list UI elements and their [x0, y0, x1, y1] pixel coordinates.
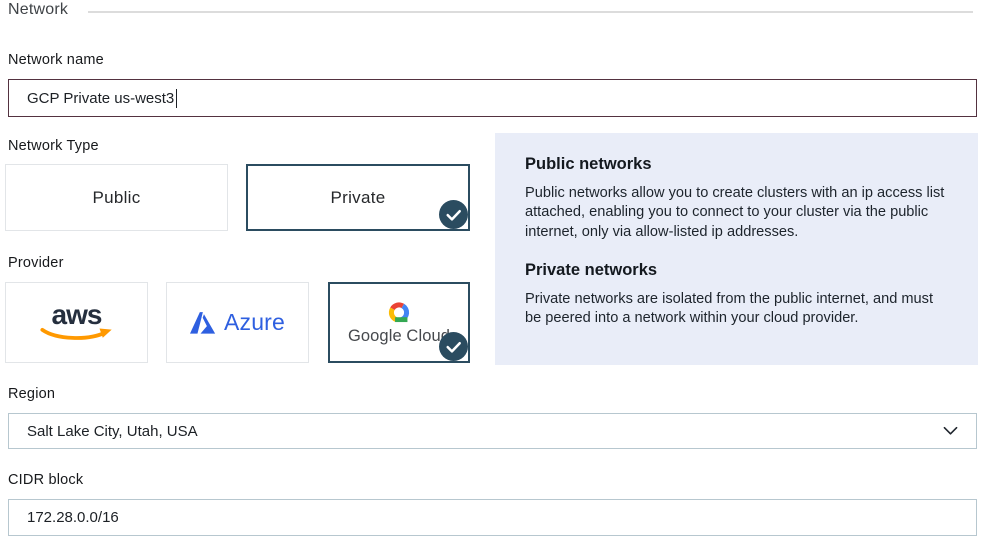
provider-option-aws[interactable]: aws: [5, 282, 148, 363]
public-networks-description: Public networks allow you to create clus…: [525, 184, 948, 242]
private-networks-heading: Private networks: [525, 261, 948, 280]
google-cloud-icon: [384, 299, 414, 326]
google-cloud-logo: Google Cloud: [348, 299, 450, 346]
cidr-block-input[interactable]: 172.28.0.0/16: [8, 499, 977, 536]
network-name-label: Network name: [8, 52, 104, 68]
azure-logo: Azure: [190, 309, 285, 336]
check-icon: [439, 200, 468, 229]
provider-option-google-cloud[interactable]: Google Cloud: [328, 282, 470, 363]
provider-option-azure[interactable]: Azure: [166, 282, 309, 363]
text-cursor: [176, 89, 177, 108]
chevron-down-icon: [943, 427, 958, 436]
public-networks-heading: Public networks: [525, 155, 948, 174]
region-value: Salt Lake City, Utah, USA: [27, 423, 198, 440]
network-type-option-public[interactable]: Public: [5, 164, 228, 231]
network-name-value: GCP Private us-west3: [27, 90, 174, 107]
network-info-panel: Public networks Public networks allow yo…: [495, 133, 978, 365]
section-divider: [88, 11, 973, 13]
network-type-label: Network Type: [8, 138, 99, 154]
azure-triangle-icon: [190, 312, 216, 334]
provider-label: Provider: [8, 255, 64, 271]
network-type-private-label: Private: [330, 188, 385, 208]
azure-wordmark: Azure: [224, 309, 285, 336]
google-cloud-wordmark: Google Cloud: [348, 327, 450, 346]
cidr-block-label: CIDR block: [8, 472, 83, 488]
private-networks-description: Private networks are isolated from the p…: [525, 290, 948, 329]
network-type-option-private[interactable]: Private: [246, 164, 470, 231]
aws-smile-icon: [39, 327, 115, 342]
aws-logo: aws: [39, 303, 115, 343]
network-name-input[interactable]: GCP Private us-west3: [8, 79, 977, 117]
check-icon: [439, 332, 468, 361]
aws-wordmark: aws: [52, 303, 102, 327]
cidr-block-value: 172.28.0.0/16: [27, 509, 119, 526]
section-title: Network: [8, 1, 68, 19]
region-select[interactable]: Salt Lake City, Utah, USA: [8, 413, 977, 449]
region-label: Region: [8, 386, 55, 402]
network-type-public-label: Public: [92, 188, 140, 208]
network-form: Network Network name GCP Private us-west…: [0, 0, 983, 541]
